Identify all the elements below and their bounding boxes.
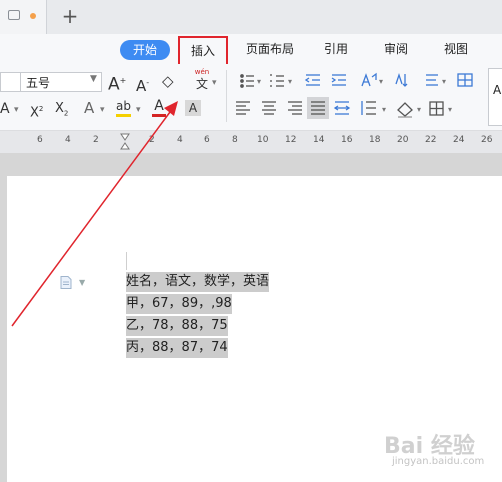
- text-cursor-guide: [126, 252, 127, 270]
- superscript-button[interactable]: X2: [30, 100, 43, 122]
- chevron-down-icon: ▾: [212, 78, 217, 88]
- ruler-number: 6: [204, 135, 210, 145]
- document-line: 甲，67，89，,98: [126, 294, 232, 314]
- tab-review[interactable]: 审阅: [376, 36, 416, 62]
- distributed-icon: [333, 101, 351, 115]
- ruler-number: 24: [453, 135, 465, 145]
- chevron-down-icon: ▼: [79, 278, 86, 287]
- ruler-number: 18: [369, 135, 381, 145]
- increase-indent-icon: [331, 74, 346, 86]
- paragraph-tools: ▾ ▾ ▾ ▾ ▾ ▾ ▾: [236, 72, 473, 119]
- ruler-number: 16: [341, 135, 353, 145]
- pinyin-top: wén: [194, 68, 210, 76]
- borders-icon: [429, 101, 444, 116]
- unsaved-dot-icon: [30, 13, 36, 19]
- clear-format-button[interactable]: ◇: [162, 72, 174, 90]
- table-border-icon: [457, 73, 473, 87]
- align-right-icon: [288, 101, 302, 115]
- ruler-number: 4: [177, 135, 183, 145]
- ruler-number: 2: [93, 135, 99, 145]
- style-gallery[interactable]: Aa: [488, 68, 502, 126]
- char-shading-button[interactable]: A: [185, 100, 201, 116]
- font-size-select[interactable]: [0, 72, 102, 92]
- align-left-icon: [236, 101, 250, 115]
- subscript-button[interactable]: X2: [55, 100, 68, 123]
- new-tab-button[interactable]: +: [58, 2, 82, 30]
- ruler-number: 10: [257, 135, 269, 145]
- ruler-number: 6: [37, 135, 43, 145]
- align-center-icon: [262, 101, 276, 115]
- line-break-icon: [426, 74, 438, 86]
- chevron-down-icon: ▾: [14, 105, 19, 115]
- text-outline-button[interactable]: A: [84, 99, 94, 117]
- toolbar-divider: [226, 70, 227, 122]
- pinyin-bottom: 文: [195, 77, 208, 91]
- tab-view[interactable]: 视图: [436, 36, 476, 62]
- paragraph-layout-icon[interactable]: [60, 276, 72, 289]
- ruler-number: 14: [313, 135, 325, 145]
- svg-text:▾: ▾: [417, 105, 421, 114]
- font-color-button[interactable]: A: [152, 98, 166, 117]
- sort-icon: [395, 72, 408, 87]
- line-spacing-icon: [361, 101, 376, 115]
- pinyin-guide-button[interactable]: wén 文: [190, 68, 214, 91]
- document-line: 乙，78，88，75: [126, 316, 228, 336]
- svg-text:▾: ▾: [379, 77, 383, 86]
- svg-text:▾: ▾: [257, 77, 261, 86]
- highlight-button[interactable]: ab: [116, 98, 131, 117]
- tab-insert[interactable]: 插入: [178, 36, 228, 66]
- chevron-down-icon: ▼: [90, 74, 97, 84]
- document-icon: [8, 10, 20, 20]
- ruler-number: 4: [65, 135, 71, 145]
- decrease-indent-icon: [304, 74, 320, 86]
- ruler-number: 2: [149, 135, 155, 145]
- numbered-list-icon: [270, 74, 284, 87]
- ruler-number: 26: [481, 135, 493, 145]
- ruler-number: 22: [425, 135, 437, 145]
- watermark-url: jingyan.baidu.com: [392, 456, 485, 467]
- svg-text:▾: ▾: [442, 77, 446, 86]
- chevron-down-icon: ▾: [100, 105, 105, 115]
- tab-page-layout[interactable]: 页面布局: [238, 36, 302, 62]
- tab-start[interactable]: 开始: [120, 40, 170, 60]
- document-tab[interactable]: [0, 0, 46, 34]
- chevron-down-icon: ▾: [136, 105, 141, 115]
- font-size-divider: [20, 72, 21, 92]
- increase-font-button[interactable]: A+: [108, 72, 126, 94]
- svg-text:▾: ▾: [448, 105, 452, 114]
- document-line: 姓名，语文，数学，英语: [126, 272, 270, 292]
- decrease-font-button[interactable]: A-: [136, 74, 149, 95]
- document-line: 丙，88，87，74: [126, 338, 228, 358]
- svg-text:▾: ▾: [288, 77, 292, 86]
- tab-references[interactable]: 引用: [316, 36, 356, 62]
- ruler-number: 20: [397, 135, 409, 145]
- ruler-number: 12: [285, 135, 297, 145]
- svg-text:▾: ▾: [382, 105, 386, 114]
- ruler-number: 8: [232, 135, 238, 145]
- tab-divider: [46, 0, 47, 34]
- text-effect-button[interactable]: A: [0, 100, 10, 118]
- bullet-list-icon: [240, 74, 254, 88]
- font-size-value: 五号: [26, 76, 51, 90]
- shading-icon: [397, 102, 413, 118]
- indent-marker-icon[interactable]: [120, 133, 130, 151]
- text-direction-icon: [361, 72, 377, 87]
